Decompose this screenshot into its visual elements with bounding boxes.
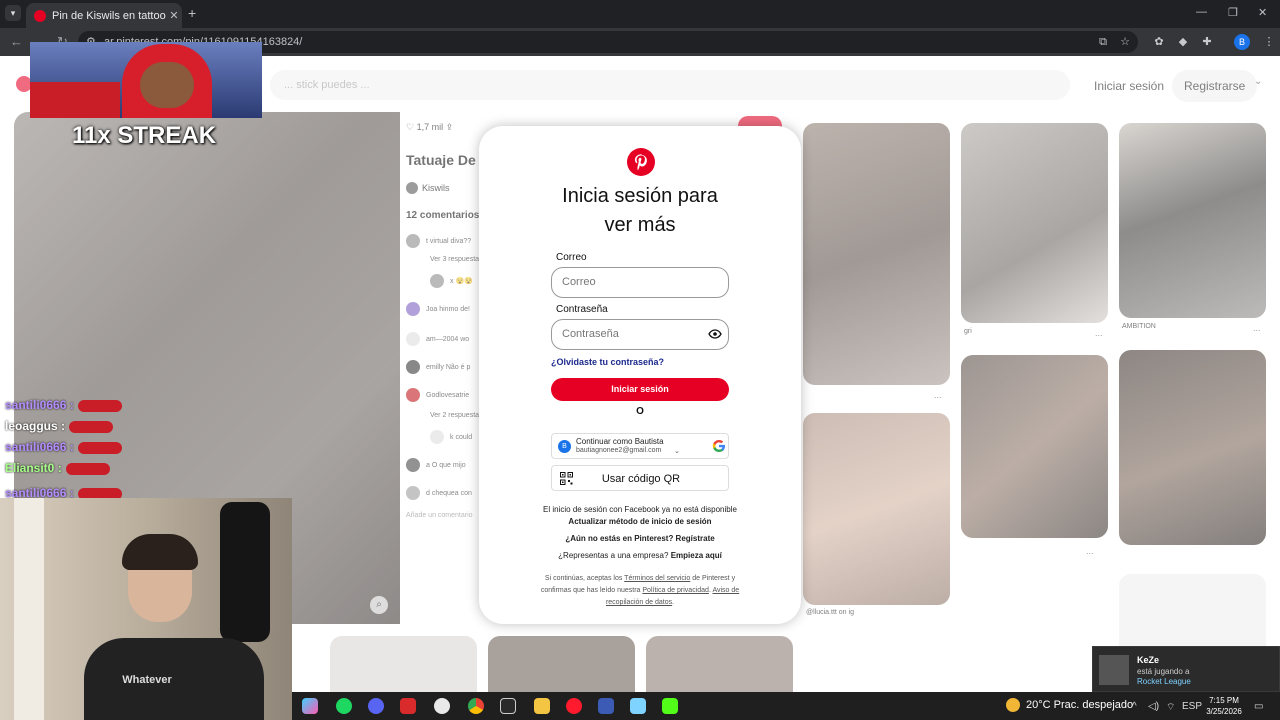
password-field[interactable]: Contraseña bbox=[551, 319, 729, 350]
facebook-note: El inicio de sesión con Facebook ya no e… bbox=[543, 505, 737, 514]
or-divider: O bbox=[636, 406, 644, 417]
chat-message: santili0666 : bbox=[5, 440, 122, 454]
streak-counter: 11x STREAK bbox=[72, 122, 217, 149]
legal-part: . bbox=[708, 587, 711, 594]
bookmark-star-icon[interactable]: ☆ bbox=[1118, 35, 1132, 49]
maximize-icon[interactable]: ❐ bbox=[1228, 6, 1238, 19]
chat-emote-icon bbox=[65, 462, 110, 475]
login-button[interactable]: Iniciar sesión bbox=[551, 378, 729, 401]
toast-status: está jugando a bbox=[1137, 667, 1190, 676]
legal-part: . bbox=[672, 599, 675, 606]
file-explorer-icon[interactable] bbox=[534, 698, 550, 714]
chevron-down-icon[interactable]: ⌄ bbox=[674, 447, 680, 455]
browser-menu-icon[interactable]: ⋮ bbox=[1262, 35, 1276, 49]
extension-icon[interactable]: ◆ bbox=[1176, 35, 1190, 49]
cam-shape bbox=[30, 82, 120, 118]
weather-widget[interactable]: 20°C Prac. despejado bbox=[1006, 698, 1133, 712]
chat-message: leoaggus : bbox=[5, 419, 114, 433]
new-tab-button[interactable]: + bbox=[188, 5, 196, 21]
update-method-link[interactable]: Actualizar método de inicio de sesión bbox=[479, 517, 801, 526]
email-label: Correo bbox=[556, 252, 587, 263]
browser-tab-strip: ▾ Pin de Kiswils en tattoo | Tatuaje ✕ +… bbox=[0, 0, 1280, 28]
chat-user: santili0666 : bbox=[5, 398, 74, 412]
chat-emote-icon bbox=[77, 441, 122, 454]
chat-emote-icon bbox=[69, 420, 114, 433]
qr-code-button[interactable]: Usar código QR bbox=[551, 465, 729, 491]
toast-user: KeZe bbox=[1137, 655, 1160, 665]
legal-part: Si continúas, aceptas los bbox=[544, 575, 623, 582]
forgot-password-link[interactable]: ¿Olvidaste tu contraseña? bbox=[551, 357, 664, 367]
chat-message: Eliansit0 : bbox=[5, 461, 110, 475]
chat-emote-icon bbox=[77, 399, 122, 412]
profile-avatar[interactable]: B bbox=[1234, 34, 1250, 50]
weather-text: 20°C Prac. despejado bbox=[1026, 699, 1134, 711]
discord-activity-toast[interactable]: KeZe está jugando a Rocket League bbox=[1092, 646, 1280, 692]
chrome-icon[interactable] bbox=[468, 698, 484, 714]
tab-title: Pin de Kiswils en tattoo | Tatuaje bbox=[52, 9, 166, 22]
opera-icon[interactable] bbox=[566, 698, 582, 714]
discord-icon[interactable] bbox=[368, 698, 384, 714]
privacy-link[interactable]: Política de privacidad bbox=[642, 587, 709, 594]
clock-time: 7:15 PM bbox=[1209, 696, 1239, 705]
google-logo-icon bbox=[712, 440, 725, 452]
app-icon[interactable] bbox=[630, 698, 646, 714]
password-label: Contraseña bbox=[556, 304, 608, 315]
business-line: ¿Representas a una empresa? Empieza aquí bbox=[479, 551, 801, 560]
google-continue-button[interactable]: B Continuar como Bautista bautiagnonee2@… bbox=[551, 433, 729, 459]
google-account-email: bautiagnonee2@gmail.com bbox=[576, 447, 662, 454]
app-icon[interactable] bbox=[400, 698, 416, 714]
clock-date: 3/25/2026 bbox=[1206, 707, 1242, 716]
spotify-icon[interactable] bbox=[336, 698, 352, 714]
chat-user: santili0666 : bbox=[5, 440, 74, 454]
chat-message: santili0666 : bbox=[5, 398, 122, 412]
password-placeholder: Contraseña bbox=[562, 328, 619, 340]
legal-text: Si continúas, aceptas los Términos del s… bbox=[539, 573, 741, 609]
account-avatar: B bbox=[558, 440, 571, 453]
app-icon[interactable] bbox=[598, 698, 614, 714]
volume-icon[interactable]: ◁) bbox=[1148, 701, 1159, 712]
extensions-puzzle-icon[interactable]: ✚ bbox=[1200, 35, 1214, 49]
google-account-name: Continuar como Bautista bbox=[576, 437, 664, 446]
chat-user: Eliansit0 : bbox=[5, 461, 62, 475]
network-icon[interactable]: ⌔ bbox=[1166, 701, 1175, 714]
notifications-icon[interactable]: ▭ bbox=[1254, 701, 1263, 712]
back-icon[interactable]: ← bbox=[10, 34, 23, 49]
business-link[interactable]: Empieza aquí bbox=[671, 551, 722, 560]
tab-close-icon[interactable]: ✕ bbox=[166, 9, 182, 22]
install-app-icon[interactable]: ⧉ bbox=[1096, 35, 1110, 49]
clock[interactable]: 7:15 PM 3/25/2026 bbox=[1198, 695, 1250, 717]
minimize-icon[interactable]: — bbox=[1196, 6, 1207, 18]
register-link[interactable]: ¿Aún no estás en Pinterest? Regístrate bbox=[479, 534, 801, 543]
streamer-reaction-cam bbox=[30, 42, 262, 118]
qr-code-label: Usar código QR bbox=[601, 473, 681, 485]
cam-shape bbox=[220, 502, 270, 642]
terms-link[interactable]: Términos del servicio bbox=[624, 575, 690, 582]
weather-sun-icon bbox=[1006, 698, 1020, 712]
cam-shape bbox=[122, 534, 198, 570]
show-password-icon[interactable] bbox=[708, 327, 722, 341]
tray-chevron-icon[interactable]: ^ bbox=[1132, 701, 1137, 712]
pinterest-favicon-icon bbox=[34, 9, 46, 22]
hoodie-print: Whatever bbox=[122, 674, 172, 686]
avatar bbox=[1099, 655, 1129, 685]
obs-icon[interactable] bbox=[434, 698, 450, 714]
streamer-webcam: Whatever bbox=[0, 498, 292, 720]
pinterest-logo-icon bbox=[627, 148, 655, 176]
cam-shape bbox=[140, 62, 194, 108]
browser-tab[interactable]: Pin de Kiswils en tattoo | Tatuaje ✕ bbox=[26, 3, 182, 28]
extension-leaf-icon[interactable]: ✿ bbox=[1152, 35, 1166, 49]
chat-user: leoaggus : bbox=[5, 419, 66, 433]
login-modal: Inicia sesión para ver más Correo Correo… bbox=[479, 126, 801, 624]
copilot-icon[interactable] bbox=[302, 698, 318, 714]
kick-icon[interactable] bbox=[662, 698, 678, 714]
tab-search-button[interactable]: ▾ bbox=[5, 5, 21, 21]
email-field[interactable]: Correo bbox=[551, 267, 729, 298]
business-prefix: ¿Representas a una empresa? bbox=[558, 551, 669, 560]
toast-game: Rocket League bbox=[1137, 677, 1191, 686]
close-window-icon[interactable]: ✕ bbox=[1258, 6, 1267, 19]
capcut-icon[interactable] bbox=[500, 698, 516, 714]
cam-shape bbox=[14, 498, 44, 720]
modal-title: Inicia sesión para ver más bbox=[562, 185, 718, 236]
screen: ▾ Pin de Kiswils en tattoo | Tatuaje ✕ +… bbox=[0, 0, 1280, 720]
